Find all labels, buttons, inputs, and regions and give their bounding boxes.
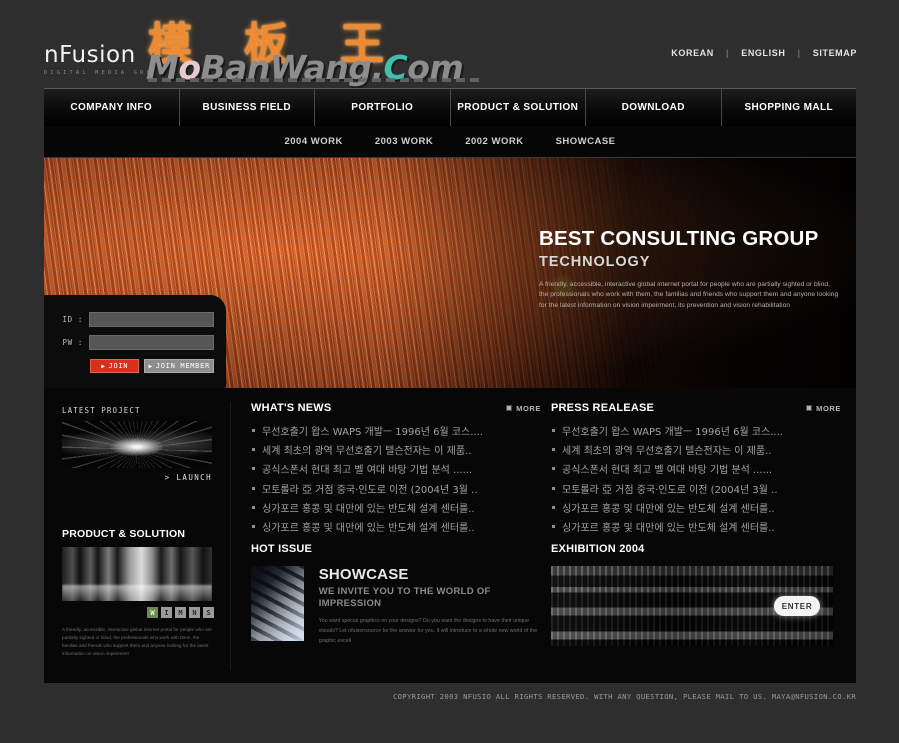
hero-copy-block: BEST CONSULTING GROUP TECHNOLOGY A frien… — [539, 228, 839, 312]
exhibition-banner[interactable]: ENTER — [551, 566, 833, 646]
hot-issue-block: HOT ISSUE SHOWCASE WE INVITE YOU TO THE … — [251, 543, 541, 647]
latest-project-launch-link[interactable]: > LAUNCH — [62, 473, 212, 482]
copyright-text: COPYRIGHT 2003 NFUSIO ALL RIGHTS RESERVE… — [392, 692, 856, 701]
sidebar-divider — [230, 402, 231, 670]
latest-project-block: LATEST PROJECT > LAUNCH — [62, 406, 212, 482]
subnav-item-2004-work[interactable]: 2004 WORK — [284, 136, 342, 147]
latest-project-title: LATEST PROJECT — [62, 406, 141, 415]
showcase-copy: SHOWCASE WE INVITE YOU TO THE WORLD OF I… — [319, 566, 541, 647]
exhibition-enter-button[interactable]: ENTER — [774, 596, 820, 616]
top-link-separator-2: | — [797, 48, 801, 58]
login-id-input[interactable] — [89, 312, 214, 327]
whats-news-more-link[interactable]: MORE — [506, 404, 541, 413]
site-footer: COPYRIGHT 2003 NFUSIO ALL RIGHTS RESERVE… — [0, 683, 899, 743]
triangle-right-icon: ▶ — [148, 362, 153, 370]
press-release-list: 무선호출기 왑스 WAPS 개발ㅡ 1996년 6월 코스.... 세계 최초의… — [551, 423, 841, 534]
list-item[interactable]: 싱가포르 홍콩 및 대만에 있는 반도체 설계 센터를.. — [551, 519, 841, 534]
nav-item-shopping-mall[interactable]: SHOPPING MALL — [721, 89, 856, 126]
whats-news-list: 무선호출기 왑스 WAPS 개발ㅡ 1996년 6월 코스.... 세계 최초의… — [251, 423, 541, 534]
press-release-more-link[interactable]: MORE — [806, 404, 841, 413]
hero-banner: BEST CONSULTING GROUP TECHNOLOGY A frien… — [44, 158, 856, 388]
login-pw-label: PW : — [62, 338, 83, 347]
login-pw-row: PW : — [44, 327, 226, 350]
badge-m[interactable]: M — [175, 607, 186, 618]
press-release-header: PRESS REALEASE MORE — [551, 402, 841, 414]
badge-n[interactable]: N — [189, 607, 200, 618]
more-square-icon — [506, 405, 513, 411]
hot-issue-title: HOT ISSUE — [251, 543, 313, 555]
press-release-more-label: MORE — [816, 403, 841, 413]
subnav-item-2003-work[interactable]: 2003 WORK — [375, 136, 433, 147]
watermark-dash-strip — [148, 78, 484, 82]
list-item[interactable]: 공식스폰서 현대 최고 벨 여대 바탕 기법 분석 ...... — [551, 461, 841, 476]
hot-issue-body: SHOWCASE WE INVITE YOU TO THE WORLD OF I… — [251, 566, 541, 647]
login-pw-input[interactable] — [89, 335, 214, 350]
press-release-title: PRESS REALEASE — [551, 402, 655, 414]
list-item[interactable]: 싱가포르 홍콩 및 대만에 있는 반도체 설계 센터를.. — [251, 500, 541, 515]
hero-description: A friendly, accessible, interactive glob… — [539, 280, 839, 309]
hero-subtitle: TECHNOLOGY — [539, 253, 651, 270]
join-member-button[interactable]: ▶ JOIN MEMBER — [144, 359, 214, 373]
latest-project-thumbnail[interactable] — [62, 421, 212, 468]
exhibition-block: EXHIBITION 2004 ENTER — [551, 543, 839, 646]
exhibition-title: EXHIBITION 2004 — [551, 543, 645, 555]
hot-issue-artwork — [251, 566, 304, 641]
main-navigation: COMPANY INFO BUSINESS FIELD PORTFOLIO PR… — [44, 88, 856, 126]
product-solution-thumbnail[interactable] — [62, 547, 212, 601]
whats-news-title: WHAT'S NEWS — [251, 402, 332, 414]
list-item[interactable]: 세계 최초의 광역 무선호출기 텔슨전자는 이 제품.. — [551, 442, 841, 457]
login-id-label: ID : — [62, 315, 83, 324]
list-item[interactable]: 싱가포르 홍콩 및 대만에 있는 반도체 설계 센터를.. — [251, 519, 541, 534]
join-button-label: JOIN — [108, 362, 129, 370]
page-root: nFusion DIGITAL MEDIA GROUP 模板王 MoBanWan… — [0, 0, 899, 743]
top-link-english[interactable]: ENGLISH — [741, 48, 785, 58]
list-item[interactable]: 공식스폰서 현대 최고 벨 여대 바탕 기법 분석 ...... — [251, 461, 541, 476]
list-item[interactable]: 세계 최초의 광역 무선호출기 텔슨전자는 이 제품.. — [251, 442, 541, 457]
nav-item-download[interactable]: DOWNLOAD — [586, 89, 722, 126]
nav-item-company-info[interactable]: COMPANY INFO — [44, 89, 180, 126]
whats-news-more-label: MORE — [516, 403, 541, 413]
join-button[interactable]: ▶ JOIN — [90, 359, 140, 373]
top-link-separator-1: | — [725, 48, 730, 58]
badge-w[interactable]: W — [147, 607, 158, 618]
whats-news-block: WHAT'S NEWS MORE 무선호출기 왑스 WAPS 개발ㅡ 1996년… — [251, 402, 541, 538]
subnav-item-showcase[interactable]: SHOWCASE — [556, 136, 616, 147]
list-item[interactable]: 모토롤라 亞 거점 중국·인도로 이전 (2004년 3월 .. — [251, 481, 541, 496]
nav-item-business-field[interactable]: BUSINESS FIELD — [179, 89, 315, 126]
site-header: nFusion DIGITAL MEDIA GROUP 模板王 MoBanWan… — [0, 0, 899, 88]
badge-s[interactable]: S — [203, 607, 214, 618]
list-item[interactable]: 모토롤라 亞 거점 중국·인도로 이전 (2004년 3월 .. — [551, 481, 841, 496]
product-solution-block: PRODUCT & SOLUTION W I M N S A friendly,… — [62, 528, 214, 658]
more-square-icon — [806, 405, 813, 411]
top-link-korean[interactable]: KOREAN — [671, 48, 714, 58]
triangle-right-icon: ▶ — [101, 362, 106, 370]
nav-item-product-solution[interactable]: PRODUCT & SOLUTION — [450, 89, 586, 126]
login-id-row: ID : — [44, 295, 226, 327]
hot-issue-thumbnail[interactable] — [251, 566, 304, 641]
badge-i[interactable]: I — [161, 607, 172, 618]
showcase-subtitle: WE INVITE YOU TO THE WORLD OF IMPRESSION — [318, 586, 491, 609]
top-utility-links: KOREAN | ENGLISH | SITEMAP — [671, 48, 857, 58]
whats-news-header: WHAT'S NEWS MORE — [251, 402, 541, 414]
join-member-button-label: JOIN MEMBER — [155, 362, 210, 370]
login-box: ID : PW : ▶ JOIN ▶ JOIN MEMBER — [44, 295, 226, 388]
login-button-row: ▶ JOIN ▶ JOIN MEMBER — [44, 350, 226, 373]
product-solution-highlight — [62, 585, 212, 601]
product-solution-title: PRODUCT & SOLUTION — [62, 528, 186, 540]
latest-project-artwork — [62, 421, 212, 468]
nav-item-portfolio[interactable]: PORTFOLIO — [315, 89, 451, 126]
product-solution-description: A friendly, accessible, interactive glob… — [62, 627, 212, 657]
sub-navigation: 2004 WORK 2003 WORK 2002 WORK SHOWCASE — [44, 126, 856, 158]
product-badge-row: W I M N S — [62, 607, 214, 618]
hero-title: BEST CONSULTING GROUP — [539, 227, 819, 250]
list-item[interactable]: 무선호출기 왑스 WAPS 개발ㅡ 1996년 6월 코스.... — [251, 423, 541, 438]
press-release-block: PRESS REALEASE MORE 무선호출기 왑스 WAPS 개발ㅡ 19… — [551, 402, 841, 538]
showcase-title: SHOWCASE — [318, 566, 409, 583]
list-item[interactable]: 싱가포르 홍콩 및 대만에 있는 반도체 설계 센터를.. — [551, 500, 841, 515]
showcase-description: You want special graphics on your design… — [318, 617, 538, 645]
top-link-sitemap[interactable]: SITEMAP — [813, 48, 857, 58]
content-area: LATEST PROJECT > LAUNCH PRODUCT & SOLUTI… — [44, 388, 856, 683]
list-item[interactable]: 무선호출기 왑스 WAPS 개발ㅡ 1996년 6월 코스.... — [551, 423, 841, 438]
subnav-item-2002-work[interactable]: 2002 WORK — [465, 136, 523, 147]
